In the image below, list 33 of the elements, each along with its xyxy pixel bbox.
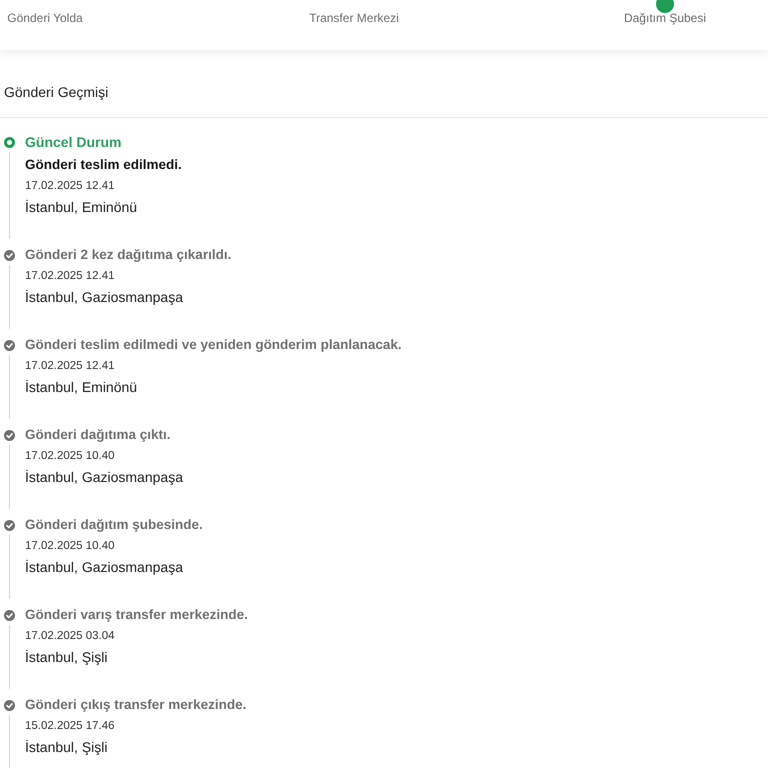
step-label: Dağıtım Şubesi (624, 10, 706, 26)
current-status-heading: Güncel Durum (25, 133, 122, 152)
event-location: İstanbul, Eminönü (25, 198, 138, 217)
event-status: Gönderi dağıtım şubesinde. (25, 516, 203, 534)
step-label: Gönderi Yolda (7, 10, 83, 26)
event-location: İstanbul, Eminönü (25, 378, 138, 397)
event-location: İstanbul, Gaziosmanpaşa (25, 558, 184, 577)
event-status: Gönderi varış transfer merkezinde. (25, 606, 248, 624)
event-location: İstanbul, Şişli (25, 738, 108, 757)
section-title: Gönderi Geçmişi (4, 83, 110, 102)
event-date: 17.02.2025 12.41 (25, 359, 116, 374)
event-date: 17.02.2025 10.40 (25, 449, 116, 464)
event-status: Gönderi teslim edilmedi. (25, 156, 182, 174)
event-location: İstanbul, Gaziosmanpaşa (25, 468, 183, 487)
check-circle-icon (4, 610, 15, 621)
check-circle-icon (4, 430, 15, 441)
event-date: 15.02.2025 17.46 (25, 719, 116, 734)
check-circle-icon (4, 340, 15, 351)
event-date: 17.02.2025 03.04 (25, 629, 116, 644)
event-status: Gönderi çıkış transfer merkezinde. (25, 696, 246, 714)
event-status: Gönderi 2 kez dağıtıma çıkarıldı. (25, 246, 232, 264)
check-circle-icon (4, 700, 15, 711)
check-circle-icon (4, 520, 15, 531)
event-status: Gönderi dağıtıma çıktı. (25, 426, 172, 444)
event-location: İstanbul, Gaziosmanpaşa (25, 288, 184, 307)
event-location: İstanbul, Şişli (25, 648, 108, 667)
event-date: 17.02.2025 10.40 (25, 539, 116, 554)
event-date: 17.02.2025 12.41 (25, 269, 116, 284)
event-status: Gönderi teslim edilmedi ve yeniden gönderim planlanacak. (25, 336, 402, 354)
step-label: Transfer Merkezi (309, 10, 399, 26)
event-date: 17.02.2025 12.41 (25, 179, 116, 194)
current-status-ring-icon (4, 137, 15, 148)
check-circle-icon (4, 250, 15, 261)
